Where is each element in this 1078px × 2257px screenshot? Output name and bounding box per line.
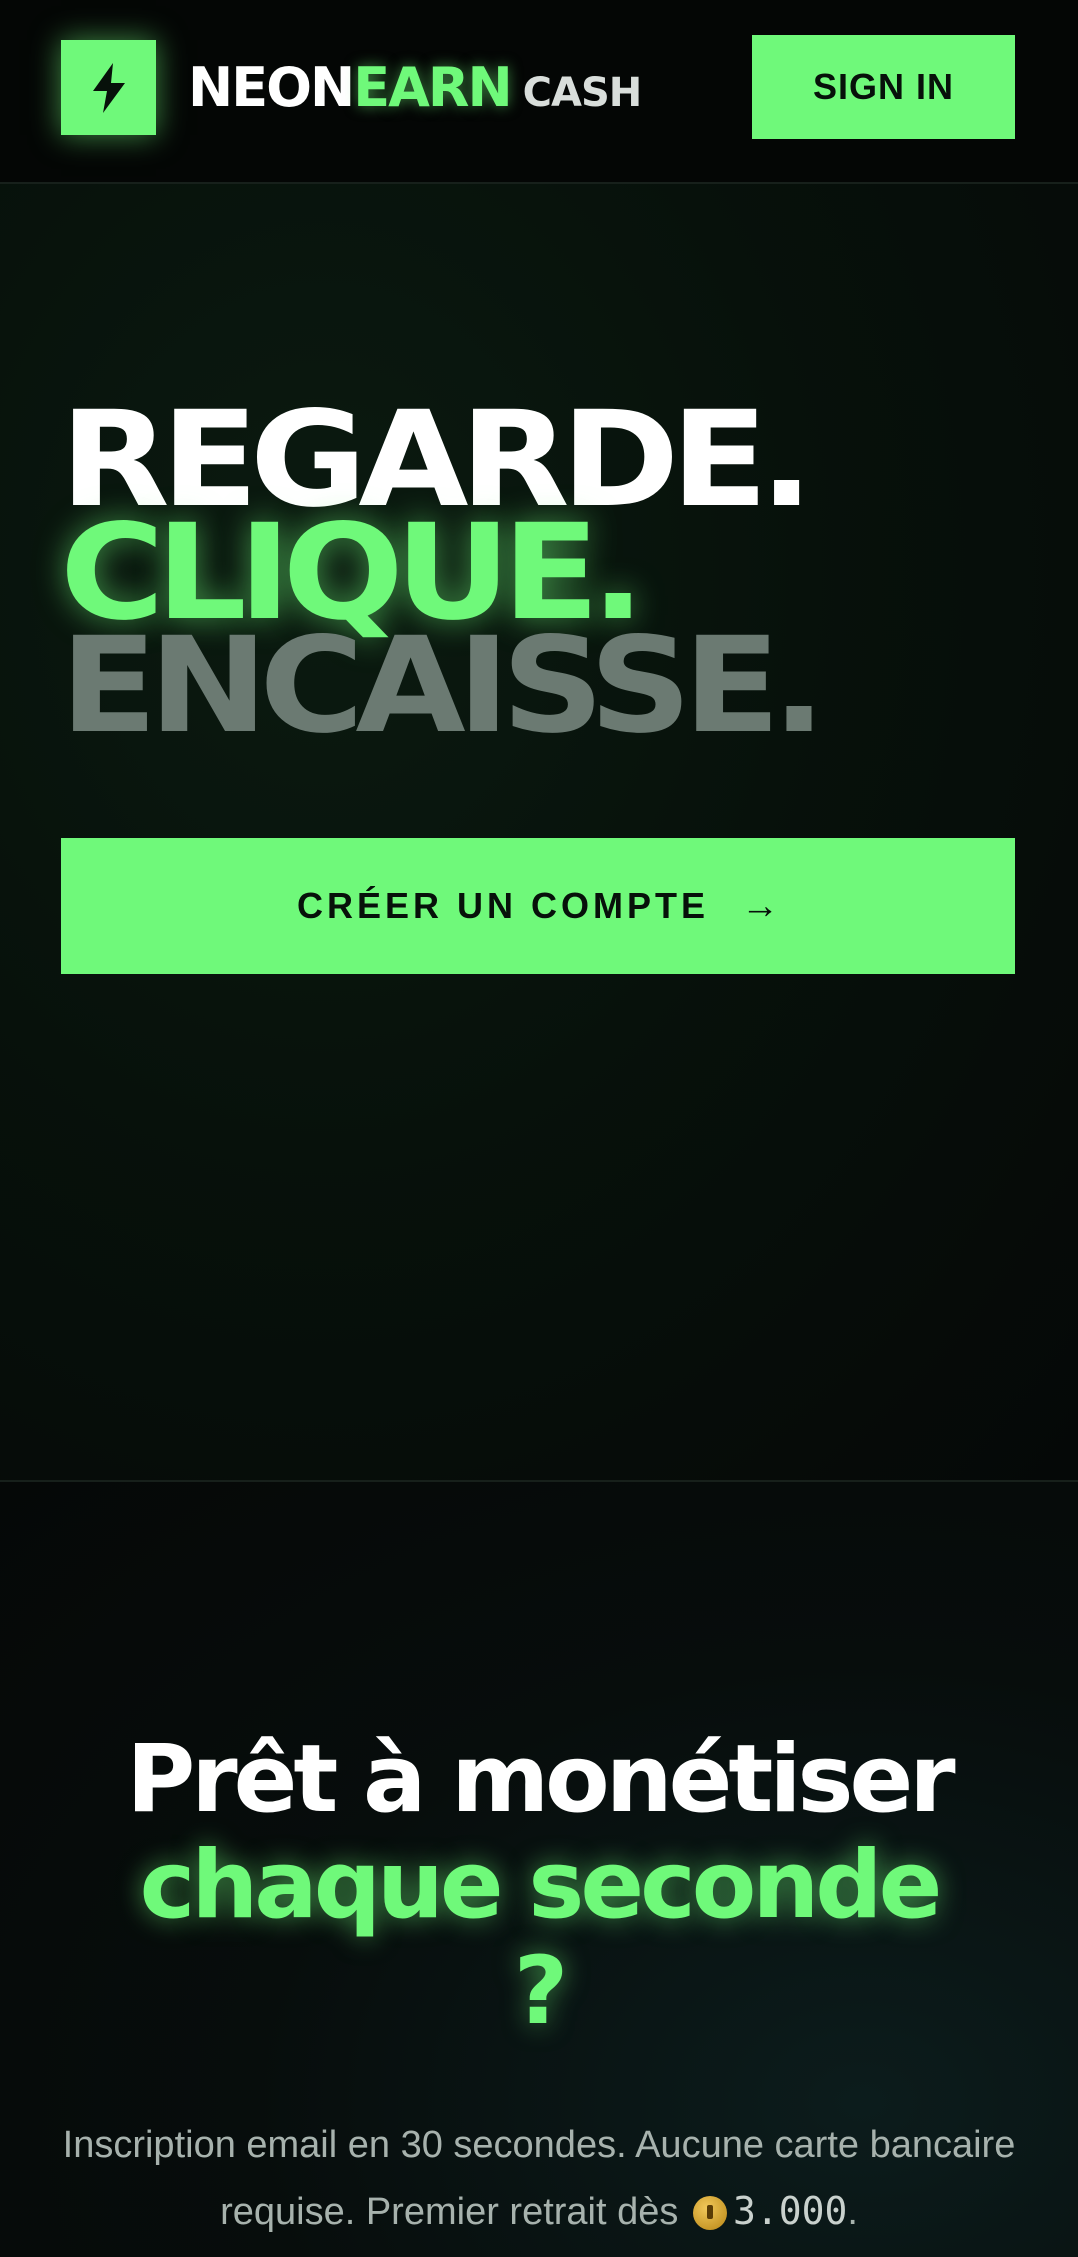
promo-title-line3: ? (513, 1937, 569, 2046)
hero-headline: REGARDE. CLIQUE. ENCAISSE. (0, 184, 1078, 1480)
promo-subtitle-end: . (847, 2191, 858, 2233)
promo-subtitle-text: Inscription email en 30 secondes. Aucune… (62, 2124, 1016, 2233)
hero-section: REGARDE. CLIQUE. ENCAISSE. CRÉER UN COMP… (0, 184, 1078, 1480)
promo-title: Prêt à monétiser chaque seconde ? (0, 1727, 1078, 2045)
hero-line-encaisse: ENCAISSE. (60, 609, 826, 763)
sign-in-button[interactable]: SIGN IN (752, 35, 1015, 139)
brand-part-neon: NEON (188, 56, 355, 119)
arrow-right-icon: → (741, 884, 780, 927)
create-account-label: CRÉER UN COMPTE (296, 885, 710, 926)
coin-icon (692, 2196, 727, 2230)
brand-wordmark[interactable]: NEON EARN CASH (188, 56, 643, 119)
promo-subtitle: Inscription email en 30 secondes. Aucune… (60, 2112, 1018, 2245)
lightning-bolt-icon (92, 62, 125, 113)
site-header: NEON EARN CASH SIGN IN (0, 0, 1078, 184)
logo-badge[interactable] (61, 40, 156, 135)
brand-part-cash: CASH (522, 70, 643, 116)
promo-title-line2: chaque seconde (139, 1831, 943, 1940)
withdraw-amount: 3.000 (732, 2189, 848, 2233)
create-account-button[interactable]: CRÉER UN COMPTE → (61, 838, 1015, 974)
signup-promo-section: Prêt à monétiser chaque seconde ? Inscri… (0, 1480, 1078, 2257)
brand-part-earn: EARN (353, 56, 512, 119)
promo-title-line1: Prêt à monétiser (126, 1725, 955, 1834)
